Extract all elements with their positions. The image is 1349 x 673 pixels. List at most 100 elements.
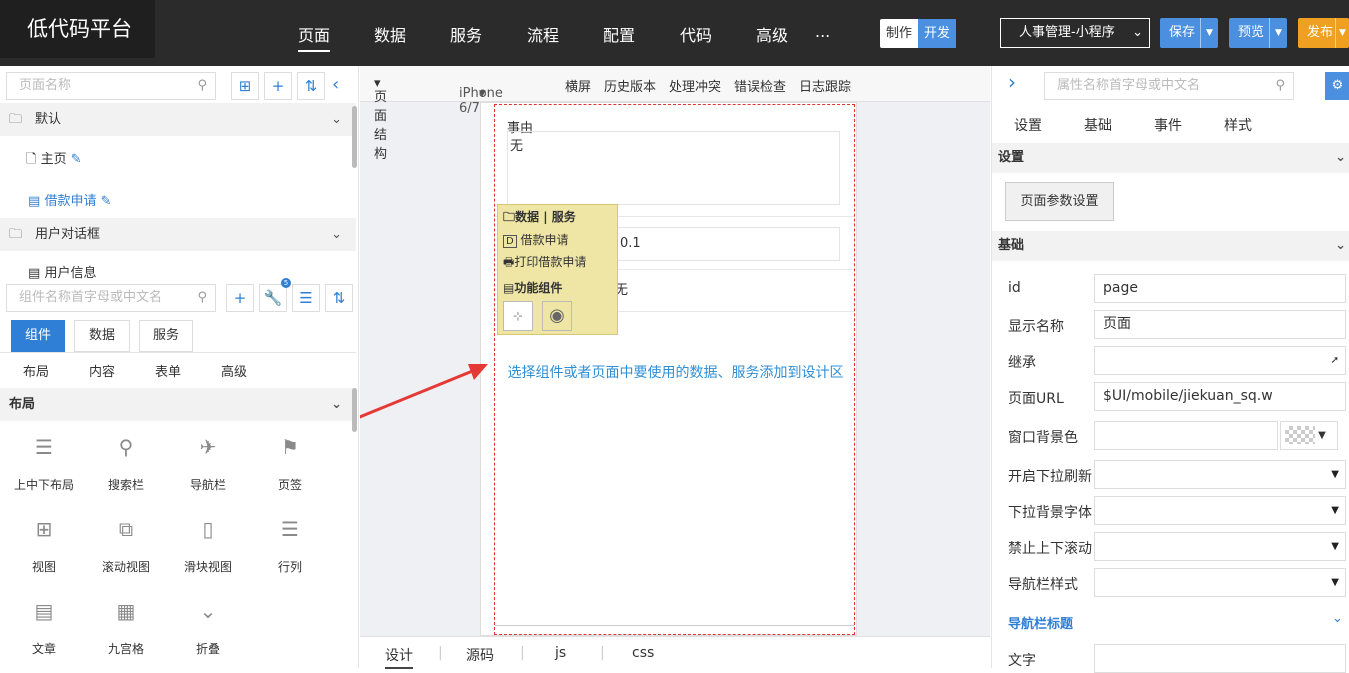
component-label: 滑块视图 — [183, 560, 232, 574]
data-service-popup: 🗀数据 | 服务 D 借款申请 🖶打印借款申请 ▤功能组件 ⊹ ◉ — [497, 204, 618, 335]
page-item-user-info[interactable]: ▤ 用户信息 — [28, 262, 96, 281]
caret-down-icon[interactable]: ▼ — [1335, 18, 1349, 48]
nav-more[interactable]: ... — [815, 22, 830, 41]
group-dialog[interactable]: 🗀 用户对话框 ⌄ — [0, 218, 356, 251]
prop-select-nav-style[interactable]: ▼ — [1094, 568, 1346, 597]
prop-value-id: page — [1103, 280, 1138, 296]
user-avatar-icon[interactable]: ◉ — [542, 301, 572, 331]
subtab-layout[interactable]: 布局 — [23, 361, 49, 380]
subtab-form[interactable]: 表单 — [155, 361, 181, 380]
nav-service[interactable]: 服务 — [450, 22, 482, 46]
popup-item-print[interactable]: 🖶打印借款申请 — [503, 253, 586, 274]
datasource-icon: D — [503, 235, 517, 248]
nav-code[interactable]: 代码 — [680, 22, 712, 46]
tab-separator: | — [438, 645, 443, 661]
nav-config[interactable]: 配置 — [603, 22, 635, 46]
component-article[interactable]: ▤ 文章 — [14, 596, 74, 657]
scrollbar[interactable] — [352, 388, 357, 432]
component-view[interactable]: ⊞ 视图 — [14, 514, 74, 575]
chevron-down-icon[interactable]: ⌄ — [1332, 611, 1343, 626]
tab-services[interactable]: 服务 — [139, 320, 193, 352]
arrow-icon[interactable]: ➚ — [1331, 347, 1339, 374]
group-layout[interactable]: 布局 ⌄ — [0, 388, 356, 421]
prop-input-id[interactable]: page — [1094, 274, 1346, 303]
component-nine-grid[interactable]: ▦ 九宫格 — [96, 596, 156, 657]
sort-icon: ⇅ — [304, 77, 318, 95]
edit-icon[interactable]: ✎ — [71, 152, 82, 167]
edit-icon[interactable]: ✎ — [101, 194, 112, 209]
scrollbar[interactable] — [352, 106, 357, 168]
nav-flow[interactable]: 流程 — [527, 22, 559, 46]
prop-select-pull-font[interactable]: ▼ — [1094, 496, 1346, 525]
component-search-input[interactable]: 组件名称首字母或中文名 ⚲ — [6, 284, 216, 312]
prop-input-page-url[interactable]: $UI/mobile/jiekuan_sq.w — [1094, 382, 1346, 411]
page-item-loan[interactable]: ▤ 借款申请 ✎ — [28, 190, 112, 209]
layout-component-icon[interactable]: ⊹ — [503, 301, 533, 331]
prop-input-display-name[interactable]: 页面 — [1094, 310, 1346, 339]
collapse-panel-icon[interactable]: ‹ — [332, 74, 339, 95]
component-tabs[interactable]: ⚑ 页签 — [260, 432, 320, 493]
section-basic[interactable]: 基础 ⌄ — [992, 231, 1349, 261]
prop-select-disable-scroll[interactable]: ▼ — [1094, 532, 1346, 561]
gear-button[interactable]: ⚙ — [1325, 72, 1349, 100]
tools-button[interactable]: 🔧 — [259, 284, 287, 312]
list-order-button[interactable]: ☰ — [292, 284, 320, 312]
mode-dev[interactable]: 开发 — [918, 19, 956, 48]
color-picker[interactable]: ▼ — [1280, 421, 1338, 450]
tab-styles[interactable]: 样式 — [1224, 115, 1252, 135]
add-component-button[interactable]: + — [226, 284, 254, 312]
component-scroll-view[interactable]: ⧉ 滚动视图 — [96, 514, 156, 575]
section-nav-title[interactable]: 导航栏标题 — [1008, 613, 1073, 632]
sort-button[interactable]: ⇅ — [325, 284, 353, 312]
caret-down-icon[interactable]: ▼ — [1269, 18, 1287, 48]
sort-button[interactable]: ⇅ — [297, 72, 325, 100]
tab-basic[interactable]: 基础 — [1084, 115, 1112, 135]
tab-data[interactable]: 数据 — [74, 320, 130, 352]
group-default[interactable]: 🗀 默认 ⌄ — [0, 103, 356, 136]
save-button[interactable]: 保存 ▼ — [1160, 18, 1218, 48]
tab-js[interactable]: js — [555, 645, 566, 661]
tab-components[interactable]: 组件 — [11, 320, 65, 352]
collapse-icon: ⌄ — [199, 599, 217, 623]
nav-advanced[interactable]: 高级 — [756, 22, 788, 46]
subtab-advanced[interactable]: 高级 — [221, 361, 247, 380]
component-updown-layout[interactable]: ☰ 上中下布局 — [14, 432, 74, 493]
drag-arrow — [360, 364, 488, 419]
publish-button[interactable]: 发布 ▼ — [1298, 18, 1349, 48]
mode-make[interactable]: 制作 — [880, 19, 918, 48]
component-nav-bar[interactable]: ✈ 导航栏 — [178, 432, 238, 493]
tab-css[interactable]: css — [632, 645, 654, 661]
expand-panel-icon[interactable]: › — [1008, 70, 1016, 94]
section-settings-label: 设置 — [998, 150, 1025, 165]
add-page-button[interactable]: + — [264, 72, 292, 100]
mode-switch[interactable]: 制作 开发 — [880, 19, 957, 48]
section-settings[interactable]: 设置 ⌄ — [992, 143, 1349, 173]
nav-page[interactable]: 页面 — [298, 22, 331, 52]
printer-icon: 🖶 — [503, 255, 515, 269]
component-collapse[interactable]: ⌄ 折叠 — [178, 596, 238, 657]
tab-events[interactable]: 事件 — [1154, 115, 1182, 135]
tab-design[interactable]: 设计 — [385, 645, 413, 669]
add-folder-button[interactable]: ⊞ — [231, 72, 259, 100]
component-slider-view[interactable]: ▯ 滑块视图 — [178, 514, 238, 575]
tab-settings[interactable]: 设置 — [1014, 115, 1042, 135]
page-item-home[interactable]: 🗋 主页 ✎ — [26, 148, 82, 172]
popup-item-loan[interactable]: D 借款申请 — [503, 231, 569, 248]
prop-label-window-bg: 窗口背景色 — [1008, 430, 1078, 446]
page-search-input[interactable]: 页面名称 ⚲ — [6, 72, 216, 100]
project-select[interactable]: 人事管理-小程序 ⌄ — [1000, 18, 1150, 48]
component-search-bar[interactable]: ⚲ 搜索栏 — [96, 432, 156, 493]
prop-select-pull-refresh[interactable]: ▼ — [1094, 460, 1346, 489]
page-param-settings-button[interactable]: 页面参数设置 — [1005, 182, 1114, 221]
prop-input-inherit[interactable]: ➚ — [1094, 346, 1346, 375]
subtab-content[interactable]: 内容 — [89, 361, 115, 380]
caret-down-icon[interactable]: ▼ — [1200, 18, 1218, 48]
prop-value-display-name: 页面 — [1103, 316, 1131, 332]
prop-input-window-bg[interactable] — [1094, 421, 1278, 450]
nav-data[interactable]: 数据 — [374, 22, 406, 46]
component-row-col[interactable]: ☰ 行列 — [260, 514, 320, 575]
tab-source[interactable]: 源码 — [466, 645, 494, 665]
preview-button[interactable]: 预览 ▼ — [1229, 18, 1287, 48]
prop-input-text[interactable] — [1094, 644, 1346, 673]
property-search-input[interactable]: 属性名称首字母或中文名 ⚲ — [1044, 72, 1294, 100]
